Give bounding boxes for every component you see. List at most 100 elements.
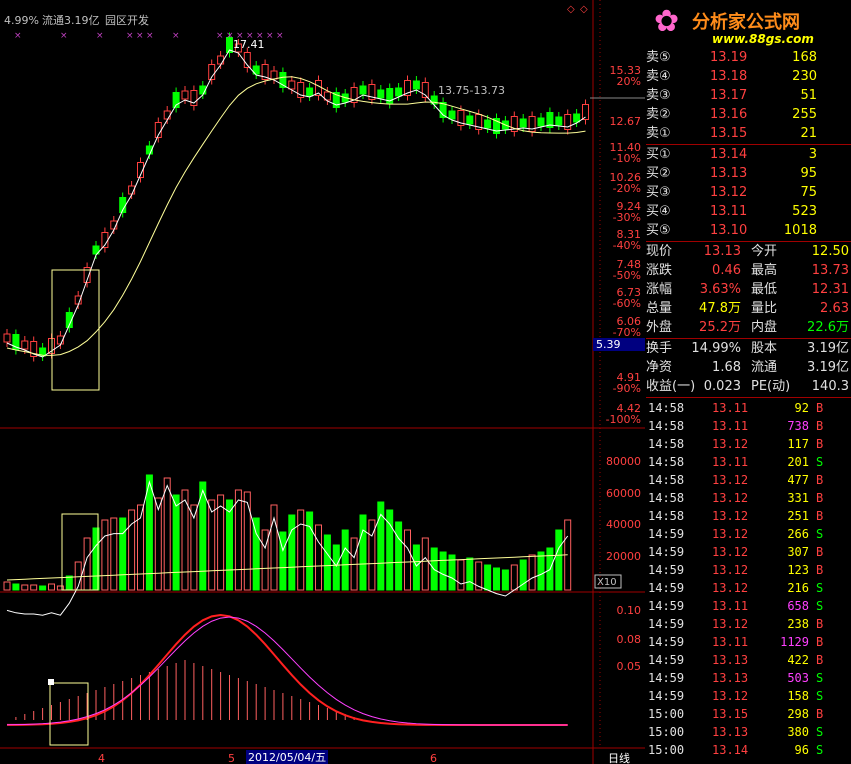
tick-time: 14:59 <box>648 689 685 703</box>
candle-body <box>519 118 527 128</box>
tick-time: 15:00 <box>648 725 685 739</box>
quote-label: 涨幅 <box>646 282 673 297</box>
svg-text:×: × <box>276 31 284 41</box>
volume-bar <box>3 581 11 591</box>
quote-value: 22.6万 <box>807 320 849 335</box>
row-label: 买② <box>646 166 671 181</box>
candle-body <box>217 55 225 65</box>
svg-text:×: × <box>146 31 154 41</box>
price-axis-label: 12.67 <box>610 115 642 128</box>
tick-row[interactable]: 14:58 13.11 738 B <box>646 417 851 435</box>
tick-price: 13.12 <box>712 545 749 559</box>
order-book-row[interactable]: 卖① 13.15 21 <box>646 124 851 143</box>
tick-time: 14:59 <box>648 617 685 631</box>
order-book-row[interactable]: 卖④ 13.18 230 <box>646 67 851 86</box>
order-book-row[interactable]: 买④ 13.11 523 <box>646 202 851 221</box>
order-book-row[interactable]: 买② 13.13 95 <box>646 164 851 183</box>
volume-bar <box>208 499 216 591</box>
tick-time: 15:00 <box>648 743 685 757</box>
tick-price: 13.12 <box>712 437 749 451</box>
candle-body <box>448 110 456 120</box>
tick-row[interactable]: 14:58 13.12 117 B <box>646 435 851 453</box>
volume-axis-label: 40000 <box>606 518 641 531</box>
tick-row[interactable]: 14:58 13.12 331 B <box>646 489 851 507</box>
volume-bar <box>421 537 429 591</box>
volume-bar <box>172 494 180 591</box>
order-book-row[interactable]: 卖② 13.16 255 <box>646 105 851 124</box>
volume-bar <box>39 585 47 591</box>
tick-row[interactable]: 14:58 13.11 92 B <box>646 399 851 417</box>
date-label-4: 4 <box>98 752 105 764</box>
tick-row[interactable]: 14:59 13.12 158 S <box>646 687 851 705</box>
tick-row[interactable]: 14:59 13.12 238 B <box>646 615 851 633</box>
candle-body <box>270 70 278 80</box>
tick-side: B <box>816 707 824 721</box>
price-candles <box>3 32 589 362</box>
tick-row[interactable]: 14:59 13.12 266 S <box>646 525 851 543</box>
candle-body <box>3 333 11 343</box>
svg-text:×: × <box>172 31 180 41</box>
tick-row[interactable]: 14:59 13.12 216 S <box>646 579 851 597</box>
row-price: 13.15 <box>710 126 748 141</box>
tick-side: S <box>816 725 824 739</box>
order-book-row[interactable]: 卖⑤ 13.19 168 <box>646 48 851 67</box>
tick-row[interactable]: 14:59 13.12 307 B <box>646 543 851 561</box>
quote-row: 涨跌 0.46 最高 13.73 <box>646 261 851 280</box>
tick-row[interactable]: 14:59 13.13 503 S <box>646 669 851 687</box>
svg-text:×: × <box>216 31 224 41</box>
volume-bar <box>306 511 314 591</box>
tick-row[interactable]: 15:00 13.15 298 B <box>646 705 851 723</box>
tick-time: 14:59 <box>648 581 685 595</box>
volume-bar <box>288 514 296 591</box>
tick-side: B <box>816 419 824 433</box>
current-price-marker-text: 5.39 <box>596 338 621 351</box>
tick-row[interactable]: 14:59 13.11 1129 B <box>646 633 851 651</box>
tick-volume: 738 <box>787 419 809 433</box>
order-book-row[interactable]: 卖③ 13.17 51 <box>646 86 851 105</box>
tick-side: B <box>816 545 824 559</box>
quote-label: 最高 <box>751 263 778 278</box>
tick-side: S <box>816 599 824 613</box>
candle-body <box>395 87 403 97</box>
tick-row[interactable]: 15:00 13.14 96 S <box>646 741 851 759</box>
volume-bar <box>243 491 251 591</box>
kline-chart[interactable]: × × × × × × × × × × × × × × 4.99% 流通3.19亿 园区开发 ◇ … <box>0 0 645 764</box>
date-label-5: 5 <box>228 752 235 764</box>
volume-unit: X10 <box>597 577 617 588</box>
tick-time: 14:59 <box>648 527 685 541</box>
tick-row[interactable]: 14:58 13.12 477 B <box>646 471 851 489</box>
quote-value: 47.8万 <box>699 301 741 316</box>
diamond-icon: ◇ <box>567 4 575 15</box>
tick-volume: 216 <box>787 581 809 595</box>
quote-label: 量比 <box>751 301 778 316</box>
order-book-row[interactable]: 买⑤ 13.10 1018 <box>646 221 851 240</box>
volume-ma-short <box>6 480 569 616</box>
quote-value: 2.63 <box>820 301 849 316</box>
tick-volume: 331 <box>787 491 809 505</box>
tick-row[interactable]: 15:00 13.13 380 S <box>646 723 851 741</box>
tick-row[interactable]: 14:59 13.13 422 B <box>646 651 851 669</box>
tick-time: 14:59 <box>648 545 685 559</box>
quote-label: 总量 <box>646 301 673 316</box>
quote-value: 1.68 <box>712 360 741 375</box>
tick-side: S <box>816 671 824 685</box>
order-book-row[interactable]: 买③ 13.12 75 <box>646 183 851 202</box>
tick-row[interactable]: 14:58 13.12 251 B <box>646 507 851 525</box>
volume-bar <box>119 517 127 591</box>
tick-row[interactable]: 14:59 13.11 658 S <box>646 597 851 615</box>
logo[interactable]: ✿ 分析家公式网 www.88gs.com <box>654 4 849 48</box>
tick-time: 14:58 <box>648 437 685 451</box>
volume-bar <box>395 521 403 591</box>
quote-label: 最低 <box>751 282 778 297</box>
indicator-axis-label: 0.08 <box>617 633 642 646</box>
tick-time: 14:58 <box>648 491 685 505</box>
tick-side: B <box>816 491 824 505</box>
tick-row[interactable]: 14:58 13.11 201 S <box>646 453 851 471</box>
volume-axis-labels: 80000 60000 40000 20000 <box>606 455 641 563</box>
volume-bar <box>261 529 269 591</box>
quote-row: 现价 13.13 今开 12.50 <box>646 242 851 261</box>
volume-bar <box>359 514 367 591</box>
order-book-row[interactable]: 买① 13.14 3 <box>646 145 851 164</box>
quote-label: 净资 <box>646 360 673 375</box>
tick-row[interactable]: 14:59 13.12 123 B <box>646 561 851 579</box>
